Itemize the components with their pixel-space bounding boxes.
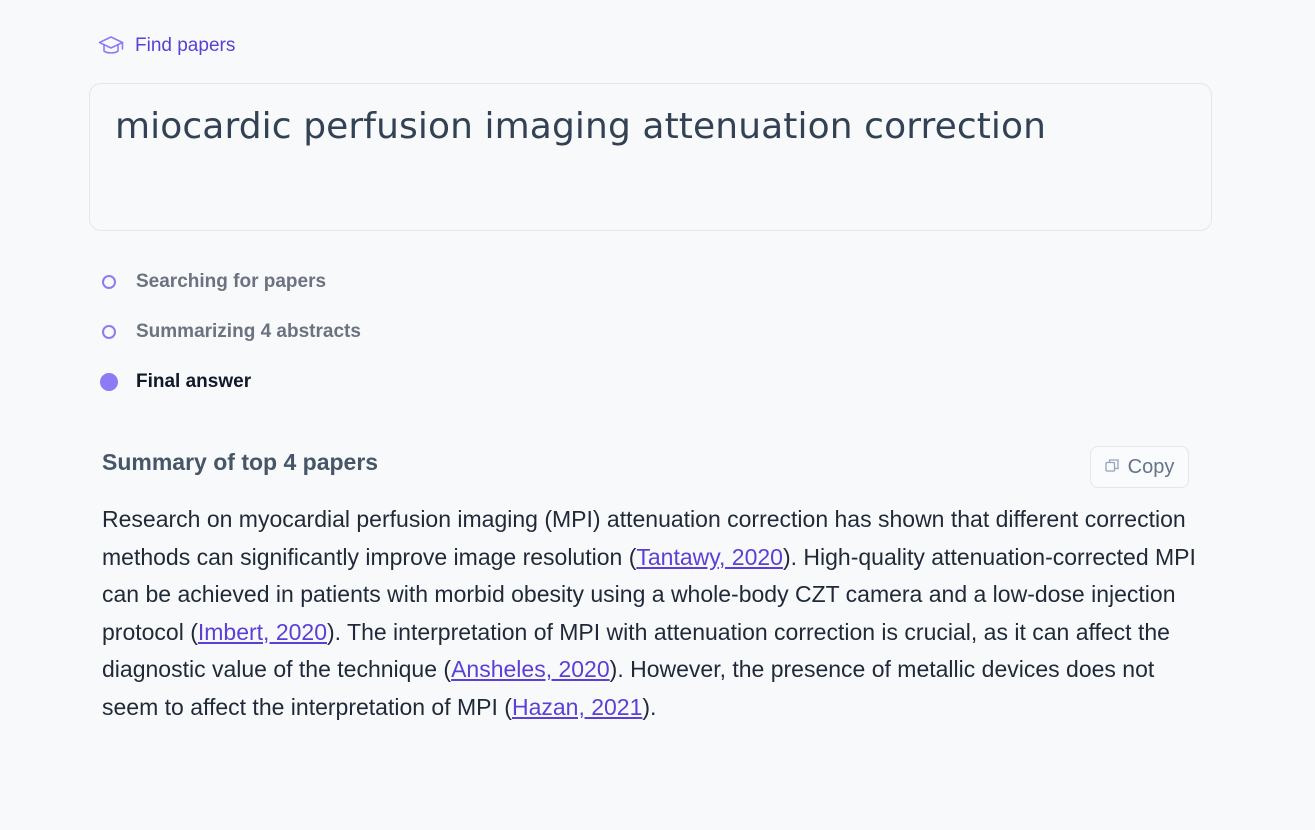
summary-text-segment: ). <box>642 693 657 720</box>
step-status-icon <box>102 325 116 339</box>
copy-button[interactable]: Copy <box>1090 446 1189 488</box>
step-status-icon <box>102 275 116 289</box>
step-final-answer: Final answer <box>100 357 361 407</box>
citation-link-ansheles[interactable]: Ansheles, 2020 <box>451 656 610 682</box>
step-status-icon <box>100 373 118 391</box>
find-papers-label: Find papers <box>135 35 236 56</box>
query-box[interactable]: miocardic perfusion imaging attenuation … <box>89 83 1212 231</box>
page: Find papers miocardic perfusion imaging … <box>0 0 1315 830</box>
summary-text: Research on myocardial perfusion imaging… <box>102 501 1197 726</box>
graduation-cap-icon <box>98 34 124 58</box>
summary-title: Summary of top 4 papers <box>102 449 379 475</box>
step-label: Final answer <box>136 371 252 392</box>
step-label: Summarizing 4 abstracts <box>136 321 361 342</box>
step-label: Searching for papers <box>136 271 327 292</box>
citation-link-imbert[interactable]: Imbert, 2020 <box>198 619 327 645</box>
copy-icon <box>1104 456 1120 479</box>
citation-link-tantawy[interactable]: Tantawy, 2020 <box>636 544 783 570</box>
citation-link-hazan[interactable]: Hazan, 2021 <box>512 694 642 720</box>
step-searching: Searching for papers <box>102 257 361 307</box>
find-papers-link[interactable]: Find papers <box>98 34 235 58</box>
progress-steps: Searching for papers Summarizing 4 abstr… <box>100 270 361 420</box>
query-text[interactable]: miocardic perfusion imaging attenuation … <box>115 106 1046 147</box>
copy-label: Copy <box>1127 455 1175 478</box>
step-summarizing: Summarizing 4 abstracts <box>102 307 361 357</box>
